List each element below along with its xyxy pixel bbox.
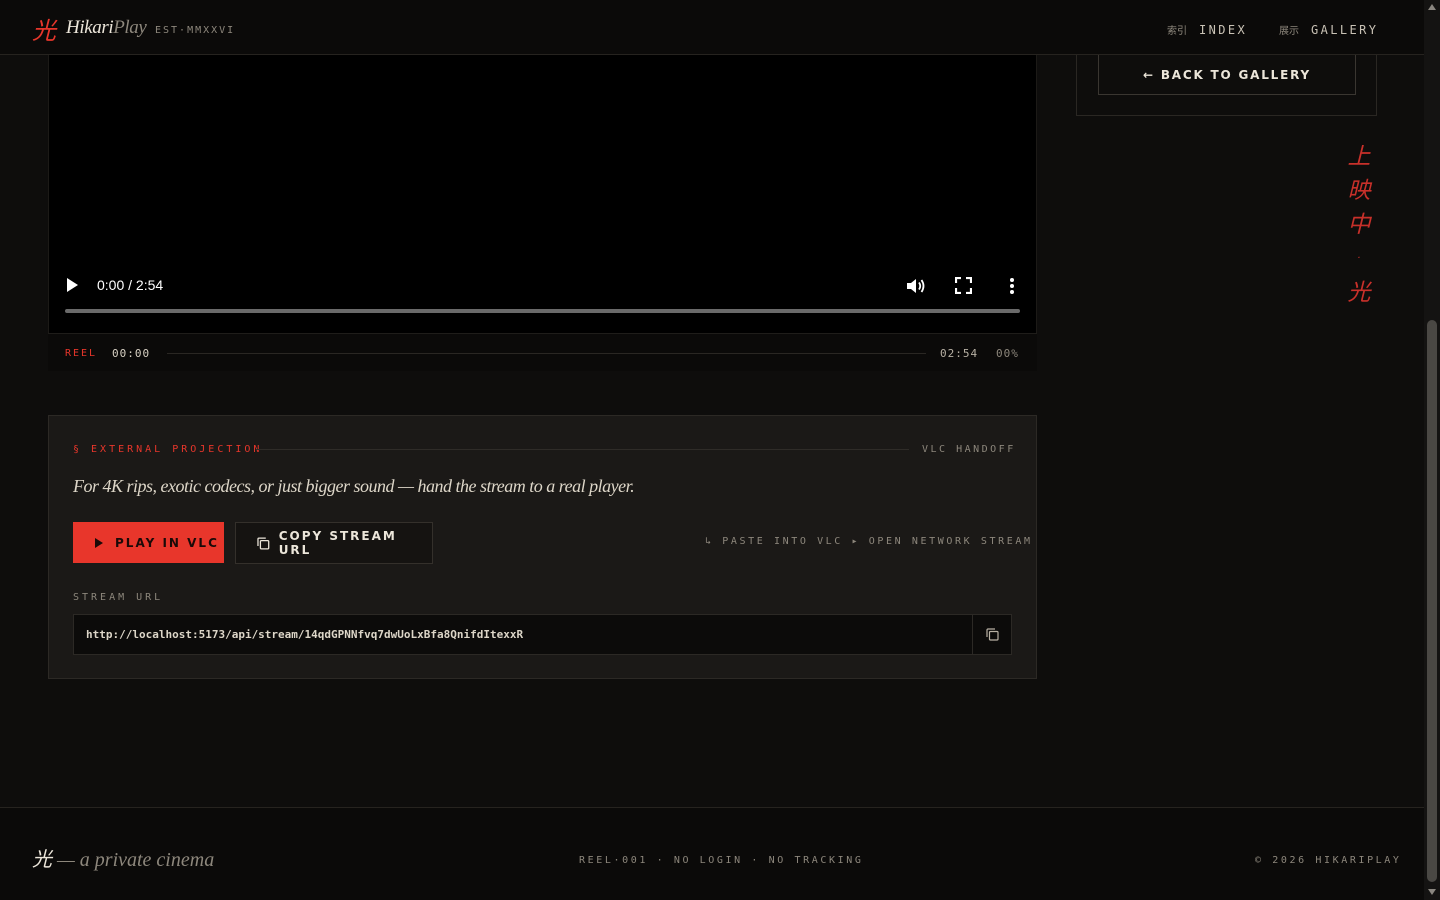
nav-index-kanji: 索引	[1167, 26, 1187, 37]
logo-wordmark[interactable]: HikariPlay	[66, 17, 147, 39]
video-player[interactable]	[48, 55, 1037, 371]
scrollbar-thumb[interactable]	[1427, 320, 1437, 882]
page-footer: 光 — a private cinema REEL·001 · NO LOGIN…	[0, 807, 1424, 900]
scroll-up-arrow-icon[interactable]	[1428, 4, 1436, 10]
reel-track[interactable]	[167, 353, 926, 354]
back-to-gallery-button[interactable]: ← BACK TO GALLERY	[1098, 55, 1356, 95]
nav-index-label: INDEX	[1199, 23, 1248, 37]
vlc-handoff-tag: VLC HANDOFF	[922, 444, 1016, 455]
footer-info: REEL·001 · NO LOGIN · NO TRACKING	[579, 855, 864, 866]
kanji-char: 上	[1347, 144, 1371, 170]
logo-icon[interactable]: 光	[32, 11, 56, 46]
nav-link-gallery[interactable]: 展示 GALLERY	[1279, 22, 1378, 37]
section-divider	[256, 449, 909, 450]
reel-timeline: REEL 00:00 02:54 00%	[48, 333, 1037, 371]
volume-icon[interactable]	[906, 278, 926, 294]
kanji-char: 中	[1347, 212, 1371, 238]
more-vertical-icon[interactable]	[1004, 276, 1020, 296]
footer-logo-kanji: 光	[32, 847, 52, 871]
nav-link-index[interactable]: 索引 INDEX	[1167, 22, 1247, 37]
kanji-char: 光	[1347, 280, 1371, 306]
play-icon[interactable]	[67, 278, 78, 292]
side-panel: ← BACK TO GALLERY	[1076, 55, 1377, 116]
nav-gallery-label: GALLERY	[1311, 23, 1379, 37]
section-heading: § EXTERNAL PROJECTION	[73, 444, 263, 455]
copy-icon	[985, 628, 999, 641]
fullscreen-icon[interactable]	[955, 277, 972, 294]
reel-current-time: 00:00	[112, 347, 151, 360]
established-label: EST·MMXXVI	[155, 25, 236, 36]
copy-stream-url-button[interactable]: COPY STREAM URL	[235, 522, 433, 564]
logo-name-sub: Play	[113, 17, 147, 38]
logo-name-main: Hikari	[66, 17, 114, 38]
copy-stream-url-label: COPY STREAM URL	[278, 529, 397, 557]
nav-gallery-kanji: 展示	[1279, 26, 1299, 37]
play-icon	[95, 537, 103, 548]
footer-logo: 光 — a private cinema	[32, 843, 214, 872]
scroll-down-arrow-icon[interactable]	[1428, 889, 1436, 895]
copy-url-icon-button[interactable]	[972, 615, 1011, 654]
reel-total-time: 02:54	[940, 347, 979, 360]
copy-icon	[257, 536, 270, 550]
video-progress-bar[interactable]	[65, 309, 1020, 313]
top-navigation-bar: 光 HikariPlay EST·MMXXVI 索引 INDEX 展示 GALL…	[0, 0, 1424, 55]
stream-url-field[interactable]: http://localhost:5173/api/stream/14qdGPN…	[73, 614, 1012, 655]
external-projection-card: § EXTERNAL PROJECTION VLC HANDOFF For 4K…	[48, 415, 1037, 679]
stream-url-value[interactable]: http://localhost:5173/api/stream/14qdGPN…	[86, 628, 523, 641]
section-description: For 4K rips, exotic codecs, or just bigg…	[73, 476, 635, 496]
video-time-display: 0:00 / 2:54	[97, 277, 164, 293]
footer-copyright: © 2026 HIKARIPLAY	[1255, 855, 1402, 866]
page-scrollbar[interactable]	[1424, 0, 1440, 900]
kanji-char: 映	[1347, 178, 1371, 204]
reel-label: REEL	[65, 348, 98, 359]
stream-url-label: STREAM URL	[73, 592, 164, 603]
play-in-vlc-label: PLAY IN VLC	[115, 535, 219, 550]
reel-percent: 00%	[996, 347, 1019, 360]
kanji-dot: ·	[1357, 253, 1361, 264]
play-in-vlc-button[interactable]: PLAY IN VLC	[73, 522, 224, 563]
footer-tagline: — a private cinema	[52, 849, 215, 871]
vertical-now-showing-kanji: 上 映 中 · 光	[1346, 140, 1372, 310]
vlc-instruction-hint: ↳ PASTE INTO VLC ▸ OPEN NETWORK STREAM	[705, 536, 1033, 547]
